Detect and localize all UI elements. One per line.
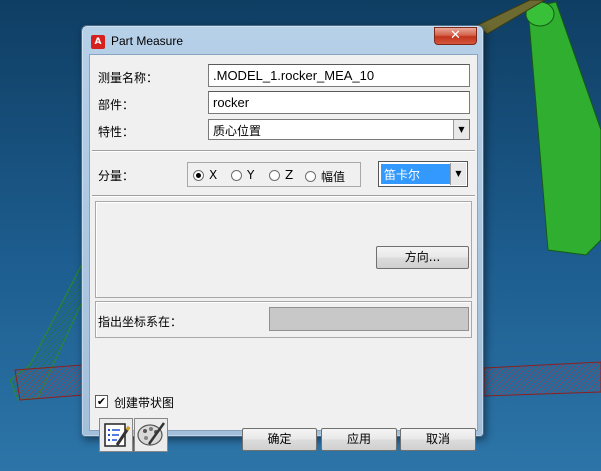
separator — [92, 150, 475, 152]
radio-label: X — [209, 168, 218, 182]
dialog-body: 测量名称： .MODEL_1.rocker_MEA_10 部件： rocker … — [89, 54, 478, 452]
coordinate-system-select[interactable]: 笛卡尔 ▼ — [378, 161, 468, 187]
component-label: 分量： — [98, 169, 135, 183]
direction-panel: 方向... — [95, 201, 472, 298]
radio-dot-icon — [231, 169, 242, 181]
info-editor-icon — [104, 423, 131, 447]
radio-dot-icon — [193, 169, 204, 181]
part-measure-dialog: A Part Measure ✕ 测量名称： .MODEL_1.rocker_M… — [81, 25, 484, 452]
ok-button[interactable]: 确定 — [242, 428, 317, 451]
part-label: 部件： — [98, 98, 135, 112]
reference-frame-input[interactable] — [269, 307, 469, 331]
characteristic-select[interactable]: 质心位置 ▼ — [208, 119, 470, 140]
app-icon: A — [91, 35, 105, 49]
part-input[interactable]: rocker — [208, 91, 470, 114]
measure-name-label: 测量名称： — [98, 71, 159, 85]
direction-button[interactable]: 方向... — [376, 246, 469, 269]
radio-label: Y — [247, 168, 255, 182]
radio-x[interactable]: X — [193, 168, 217, 182]
palette-button[interactable] — [134, 418, 168, 452]
separator — [92, 195, 475, 197]
characteristic-label: 特性： — [98, 125, 135, 139]
reference-frame-label: 指出坐标系在： — [98, 315, 183, 329]
dialog-title: Part Measure — [111, 34, 184, 48]
radio-label: Z — [285, 168, 294, 182]
strip-chart-label: 创建带状图 — [114, 396, 175, 410]
ground-link[interactable] — [14, 364, 84, 401]
radio-magnitude[interactable]: 幅值 — [305, 168, 345, 185]
radio-label: 幅值 — [321, 170, 346, 184]
chevron-down-icon[interactable]: ▼ — [450, 163, 466, 185]
palette-icon — [137, 422, 166, 446]
ground-link-right[interactable] — [483, 361, 601, 397]
radio-z[interactable]: Z — [269, 168, 293, 182]
rocker-link[interactable] — [527, 1, 601, 256]
info-editor-button[interactable] — [99, 418, 133, 452]
strip-chart-checkbox[interactable]: ✔ — [95, 395, 108, 408]
title-bar[interactable]: A Part Measure ✕ — [82, 26, 483, 54]
measure-name-input[interactable]: .MODEL_1.rocker_MEA_10 — [208, 64, 470, 87]
chevron-down-icon[interactable]: ▼ — [453, 120, 469, 139]
radio-y[interactable]: Y — [231, 168, 254, 182]
radio-dot-icon — [269, 169, 280, 181]
characteristic-value: 质心位置 — [213, 124, 262, 138]
close-button[interactable]: ✕ — [434, 27, 477, 45]
cancel-button[interactable]: 取消 — [400, 428, 476, 451]
coordinate-system-value: 笛卡尔 — [381, 164, 450, 184]
apply-button[interactable]: 应用 — [321, 428, 397, 451]
radio-dot-icon — [305, 171, 316, 182]
component-radio-group: X Y Z 幅值 — [187, 162, 361, 187]
